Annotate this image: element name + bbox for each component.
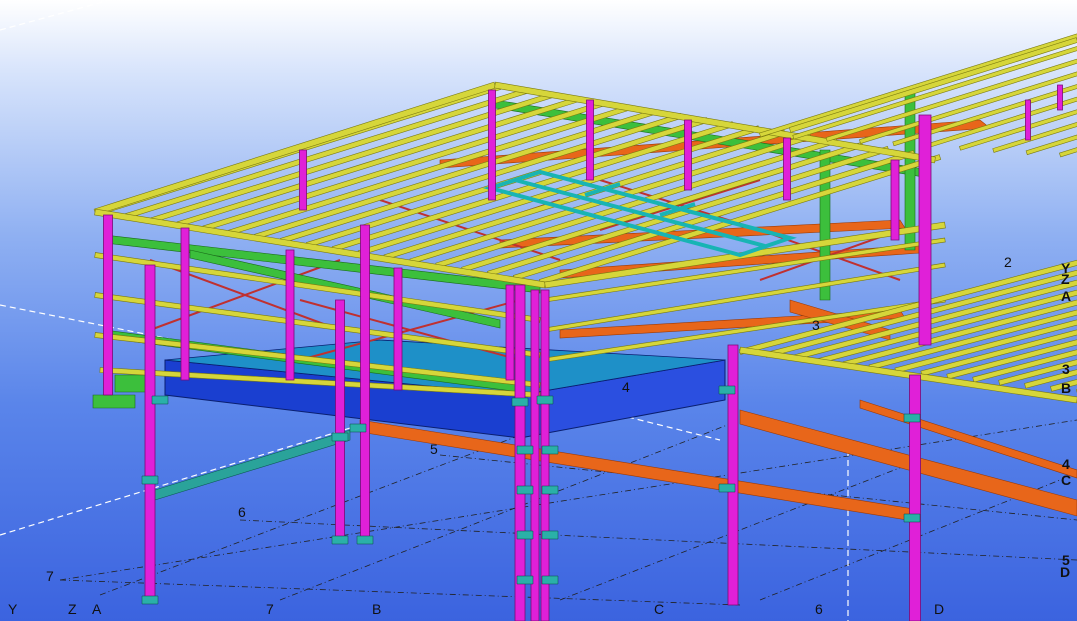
grid-label-right-A: A <box>1061 288 1072 304</box>
grid-label-4: 4 <box>622 379 630 395</box>
column <box>335 299 345 541</box>
column <box>586 99 594 181</box>
column <box>360 224 370 541</box>
connection-plate <box>541 575 559 585</box>
connection-plate <box>141 475 159 485</box>
column <box>1057 84 1063 111</box>
connection-plate <box>141 595 159 605</box>
grid-label-2: 2 <box>1004 254 1012 270</box>
column <box>488 89 496 201</box>
connection-plate <box>516 445 534 455</box>
grid-label-7-mid: 7 <box>266 601 274 617</box>
wall-bracing <box>154 429 351 501</box>
column <box>918 114 932 346</box>
grid-label-Z: Z <box>68 601 77 617</box>
connection-plate <box>903 413 921 423</box>
column <box>540 289 550 621</box>
connection-plate <box>541 530 559 540</box>
grid-label-7-left: 7 <box>46 568 54 584</box>
connection-plate <box>541 485 559 495</box>
connection-plate <box>331 432 349 442</box>
connection-plate <box>536 395 554 405</box>
grid-label-Y: Y <box>8 601 18 617</box>
column <box>727 344 739 606</box>
grid-label-3: 3 <box>812 317 820 333</box>
grid-label-D: D <box>934 601 945 617</box>
column <box>1025 99 1031 141</box>
connection-plate <box>718 483 736 493</box>
connection-plate <box>356 535 374 545</box>
purlin <box>202 100 605 232</box>
grid-label-A: A <box>92 601 102 617</box>
grid-label-5: 5 <box>430 441 438 457</box>
grid-label-6-left: 6 <box>238 504 246 520</box>
connection-plate <box>541 445 559 455</box>
grid-label-B: B <box>372 601 382 617</box>
column <box>285 249 295 381</box>
column <box>393 267 403 391</box>
grid-label-right-C: C <box>1061 472 1072 488</box>
column <box>144 264 156 601</box>
column <box>299 149 307 211</box>
connection-plate <box>331 535 349 545</box>
grid-label-right-3: 3 <box>1062 361 1070 377</box>
grid-lines <box>59 419 1077 606</box>
purlin <box>254 108 657 240</box>
column <box>909 374 921 621</box>
3d-model-viewport[interactable]: Y Z A 7 7 6 5 4 3 2 B C 6 D Y Z A 3 B 4 … <box>0 0 1077 621</box>
grid-label-6-right: 6 <box>815 601 823 617</box>
column <box>890 159 900 241</box>
column <box>505 284 515 381</box>
connection-plate <box>516 575 534 585</box>
connection-plate <box>718 385 736 395</box>
connection-plate <box>349 423 367 433</box>
connection-plate <box>516 530 534 540</box>
connection-plate <box>151 395 169 405</box>
grid-label-right-4: 4 <box>1062 456 1070 472</box>
column <box>103 214 113 396</box>
connection-plate <box>516 485 534 495</box>
grid-label-C: C <box>654 601 665 617</box>
column <box>180 227 190 381</box>
purlin <box>124 88 528 219</box>
connection-plate <box>903 513 921 523</box>
grid-label-right-Z: Z <box>1061 271 1070 287</box>
column <box>530 289 540 621</box>
column <box>783 137 791 201</box>
grid-label-right-D: D <box>1060 564 1071 580</box>
steel-structure-model[interactable] <box>0 0 1077 621</box>
connection-plate <box>511 397 529 407</box>
grid-label-right-B: B <box>1061 380 1072 396</box>
column <box>684 119 692 191</box>
